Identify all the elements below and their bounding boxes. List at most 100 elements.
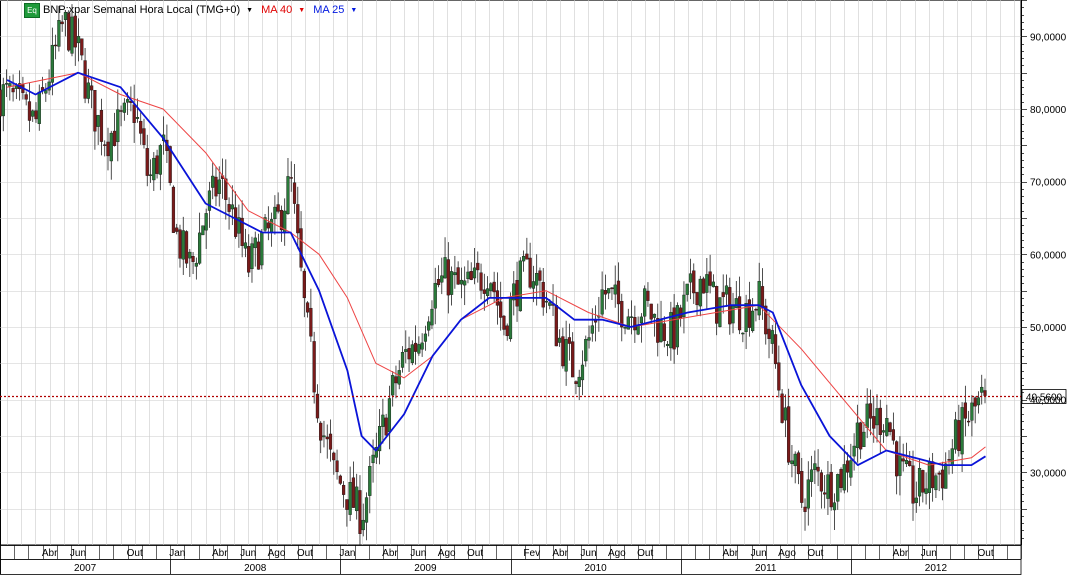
candle-down [132, 104, 136, 123]
candle-up [741, 332, 745, 335]
candle-down [525, 253, 529, 260]
candle-up [832, 502, 837, 511]
month-tick-label: Ago [608, 548, 626, 559]
month-tick-label: Out [807, 548, 823, 559]
candle-down [142, 128, 146, 145]
candle-up [391, 375, 395, 396]
candle-up [404, 349, 408, 352]
candle-down [413, 342, 418, 352]
candle-up [459, 279, 464, 285]
candle-up [148, 174, 153, 176]
candle-down [983, 390, 987, 396]
ma40-line [6, 72, 986, 466]
candle-up [665, 343, 670, 346]
candle-down [315, 393, 320, 419]
candle-up [420, 342, 424, 350]
candle-up [472, 267, 477, 279]
candle-down [103, 144, 107, 146]
candle-down [83, 60, 87, 99]
y-tick-label: 30,0000 [1030, 468, 1067, 479]
candle-down [24, 94, 28, 100]
candle-down [289, 177, 293, 179]
chart-legend: Eq BNP:xpar Semanal Hora Local (TMG+0) ▼… [24, 2, 365, 18]
candle-up [813, 463, 817, 470]
instrument-dropdown-icon[interactable]: ▼ [246, 7, 253, 14]
candle-down [139, 120, 143, 134]
ma40-label[interactable]: MA 40 [261, 4, 292, 16]
candle-up [410, 344, 414, 363]
candle-up [944, 463, 948, 489]
candle-down [73, 15, 77, 48]
price-chart: 40,5600 30,0000 40,0000 50,0000 60,0000 70,0… [0, 0, 1067, 575]
candle-down [106, 141, 110, 157]
candle-down [957, 420, 961, 452]
ma25-label[interactable]: MA 25 [313, 4, 344, 16]
candle-down [787, 406, 791, 463]
candle-up [4, 83, 9, 85]
candle-down [561, 336, 565, 367]
candle-down [319, 422, 323, 441]
candle-up [198, 232, 202, 264]
candle-up [849, 460, 853, 478]
candle-up [463, 280, 467, 286]
candle-up [443, 257, 447, 279]
candle-up [836, 474, 840, 502]
ma25-dropdown-icon[interactable]: ▼ [350, 7, 357, 14]
candle-down [456, 267, 460, 285]
candle-up [623, 327, 627, 329]
candle-up [400, 352, 405, 368]
candle-down [845, 460, 850, 473]
candle-down [931, 461, 935, 489]
candle-down [515, 280, 519, 307]
candle-down [911, 465, 915, 504]
candle-down [145, 148, 149, 176]
candle-down [469, 271, 473, 280]
month-tick-label: Jan [169, 548, 185, 559]
ma40-dropdown-icon[interactable]: ▼ [298, 7, 305, 14]
candle-down [616, 280, 621, 305]
candle-up [135, 117, 140, 119]
candle-up [76, 36, 81, 44]
candle-up [580, 364, 585, 381]
candle-down [27, 101, 32, 121]
candle-down [701, 278, 706, 294]
candle-up [862, 431, 866, 447]
candle-down [829, 471, 833, 508]
month-tick-label: Fev [523, 548, 540, 559]
candle-down [567, 337, 572, 344]
candle-up [201, 225, 205, 236]
candle-up [875, 408, 879, 426]
candle-down [679, 307, 683, 319]
candle-down [947, 459, 951, 461]
candle-down [80, 38, 84, 56]
candle-up [675, 305, 679, 348]
candle-down [692, 270, 696, 294]
candle-up [433, 282, 437, 309]
candle-up [643, 288, 647, 317]
candle-up [927, 462, 931, 493]
candle-up [31, 110, 35, 117]
candle-down [358, 490, 362, 534]
year-label: 2008 [244, 563, 267, 574]
candle-up [953, 419, 958, 450]
chart-root: 40,5600 30,0000 40,0000 50,0000 60,0000 70,0… [0, 0, 1074, 576]
y-tick-label: 90,0000 [1030, 32, 1067, 43]
candle-up [70, 16, 74, 54]
candle-down [175, 227, 179, 232]
year-label: 2012 [925, 563, 948, 574]
candle-down [502, 315, 506, 330]
candle-up [976, 397, 981, 406]
year-label: 2011 [755, 563, 777, 574]
candle-up [260, 232, 264, 266]
candle-up [629, 316, 634, 318]
month-tick-label: Jun [70, 548, 86, 559]
candle-down [256, 241, 261, 270]
candle-down [60, 21, 64, 25]
candle-up [44, 90, 48, 94]
y-tick-label: 70,0000 [1030, 178, 1067, 189]
candle-down [54, 44, 58, 47]
candle-down [796, 452, 801, 475]
candle-down [309, 307, 313, 337]
candle-down [973, 397, 977, 407]
candle-up [639, 316, 643, 324]
